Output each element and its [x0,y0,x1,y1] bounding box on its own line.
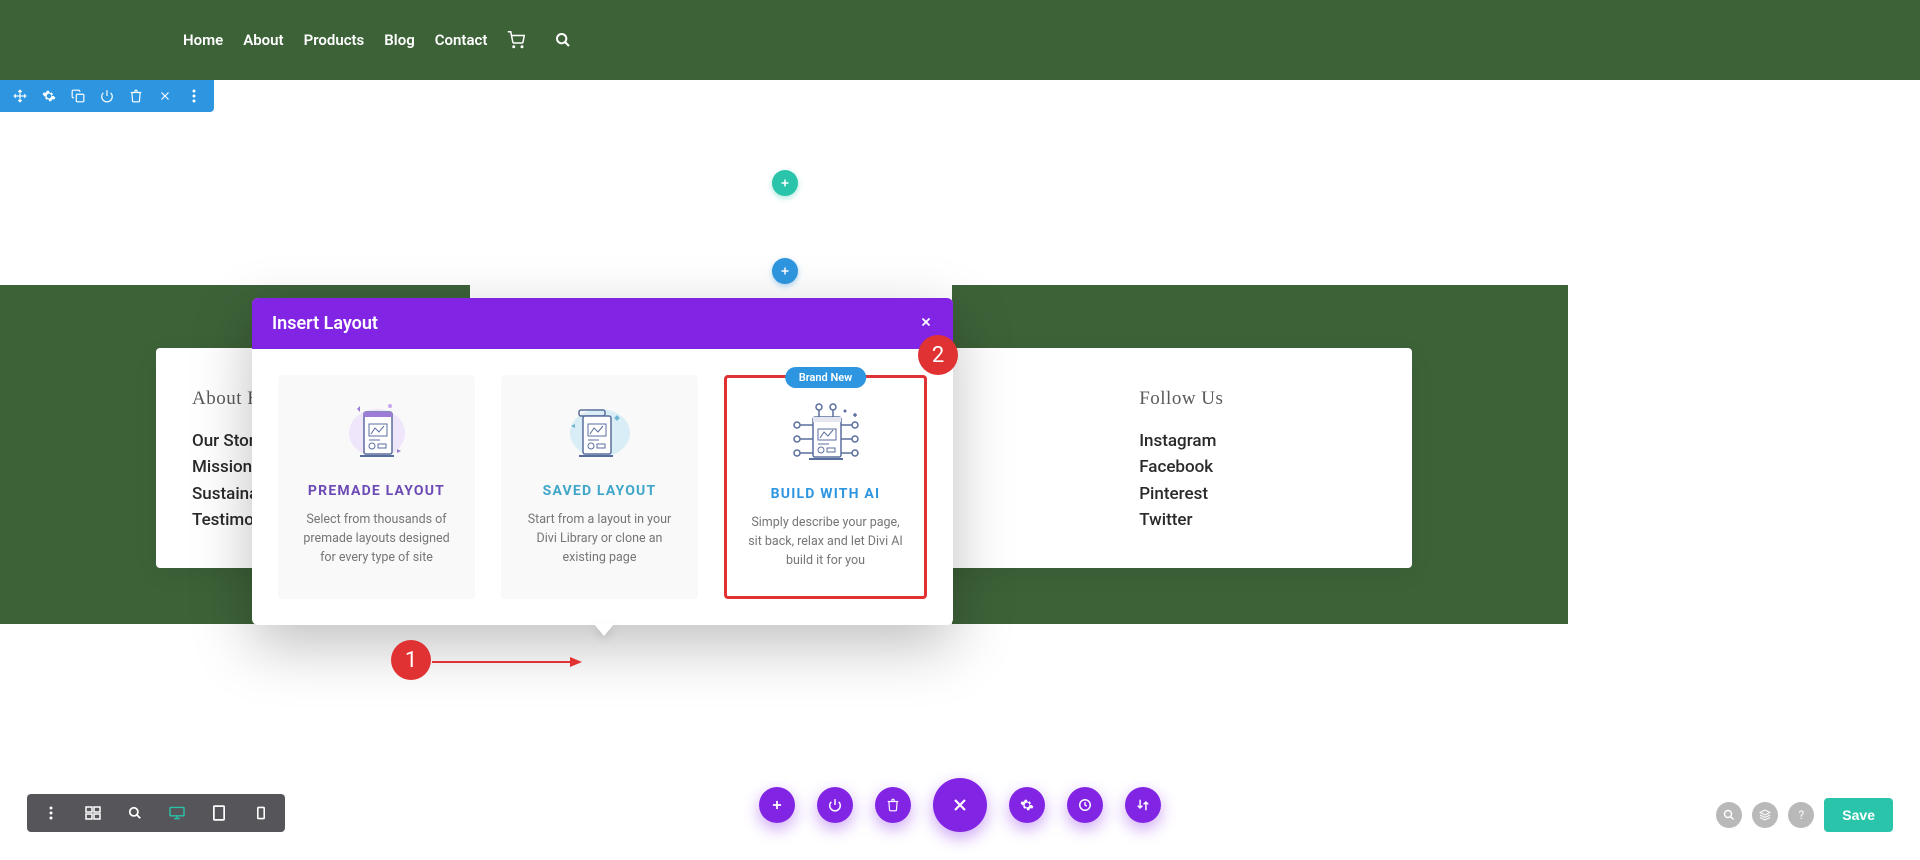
saved-layout-card[interactable]: SAVED LAYOUT Start from a layout in your… [501,375,698,599]
site-header: Home About Products Blog Contact [0,0,1920,80]
nav-home[interactable]: Home [183,31,223,49]
build-with-ai-card[interactable]: Brand New BUILD WITH AI Simply describe … [724,375,927,599]
more-icon[interactable] [186,88,202,104]
modal-close-icon[interactable] [919,313,933,334]
power-button[interactable] [817,787,853,823]
modal-body: PREMADE LAYOUT Select from thousands of … [252,349,953,625]
power-icon[interactable] [99,88,115,104]
saved-layout-title: SAVED LAYOUT [519,483,680,499]
footer-link-pinterest[interactable]: Pinterest [1139,481,1376,507]
delete-icon[interactable] [128,88,144,104]
duplicate-icon[interactable] [70,88,86,104]
add-row-button[interactable] [772,258,798,284]
premade-layout-desc: Select from thousands of premade layouts… [296,511,457,567]
right-controls: ? Save [1716,798,1893,832]
insert-layout-modal: Insert Layout PREMADE LAYOUT Select from… [252,298,953,625]
close-builder-button[interactable] [933,778,987,832]
swap-button[interactable] [1125,787,1161,823]
bottom-action-row [0,778,1920,832]
build-with-ai-desc: Simply describe your page, sit back, rel… [745,514,906,570]
footer-link-twitter[interactable]: Twitter [1139,507,1376,533]
premade-layout-icon [296,397,457,469]
move-icon[interactable] [12,88,28,104]
modal-title: Insert Layout [272,313,378,334]
premade-layout-card[interactable]: PREMADE LAYOUT Select from thousands of … [278,375,475,599]
annotation-arrow-icon [432,656,582,668]
nav-blog[interactable]: Blog [384,31,414,49]
annotation-badge-1: 1 [391,640,431,680]
footer-link-facebook[interactable]: Facebook [1139,454,1376,480]
close-icon[interactable] [157,88,173,104]
section-toolbar [0,80,214,112]
nav-contact[interactable]: Contact [435,31,488,49]
cart-icon[interactable] [507,31,525,49]
save-button[interactable]: Save [1824,798,1893,832]
delete-button[interactable] [875,787,911,823]
find-button[interactable] [1716,802,1742,828]
annotation-badge-2: 2 [918,335,958,375]
build-with-ai-icon [745,400,906,472]
layers-button[interactable] [1752,802,1778,828]
add-button[interactable] [759,787,795,823]
premade-layout-title: PREMADE LAYOUT [296,483,457,499]
saved-layout-icon [519,397,680,469]
nav-products[interactable]: Products [304,31,365,49]
footer-link-instagram[interactable]: Instagram [1139,428,1376,454]
add-section-button[interactable] [772,170,798,196]
history-button[interactable] [1067,787,1103,823]
gear-icon[interactable] [41,88,57,104]
brand-new-badge: Brand New [785,367,867,388]
footer-col2-title: Follow Us [1139,388,1376,410]
search-icon[interactable] [555,32,571,48]
help-button[interactable]: ? [1788,802,1814,828]
modal-pointer [594,624,614,636]
main-nav: Home About Products Blog Contact [183,31,571,49]
nav-about[interactable]: About [243,31,283,49]
saved-layout-desc: Start from a layout in your Divi Library… [519,511,680,567]
settings-button[interactable] [1009,787,1045,823]
build-with-ai-title: BUILD WITH AI [745,486,906,502]
modal-header: Insert Layout [252,298,953,349]
